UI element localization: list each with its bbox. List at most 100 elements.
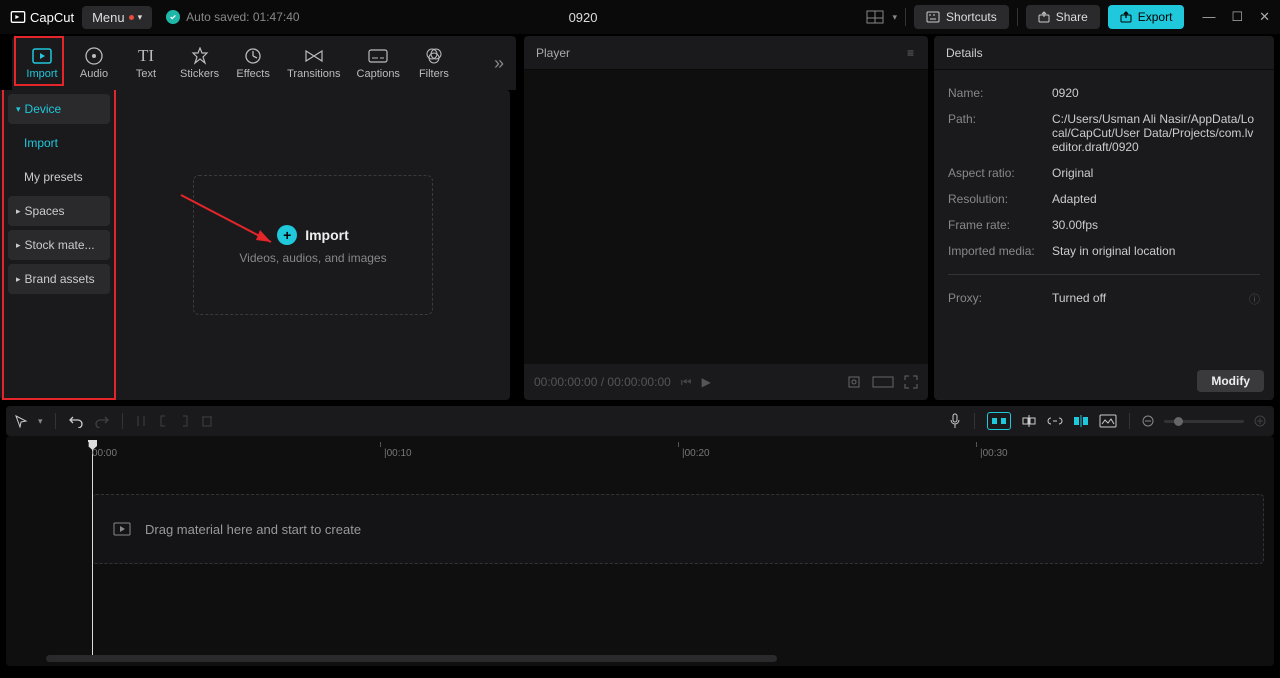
link-icon[interactable] [1047,416,1063,426]
timeline[interactable]: 00:00 |00:10 |00:20 |00:30 Drag material… [6,436,1274,666]
zoom-in-icon[interactable] [1254,415,1266,427]
media-sidebar: ▾Device Import My presets ▸Spaces ▸ Stock… [2,90,116,400]
info-icon[interactable]: ⓘ [1249,291,1260,307]
ratio-icon[interactable] [872,376,894,388]
player-menu-icon[interactable]: ≡ [907,46,916,60]
cover-icon[interactable] [1099,414,1117,428]
detail-row-path: Path:C:/Users/Usman Ali Nasir/AppData/Lo… [948,106,1260,160]
share-label: Share [1056,10,1088,24]
tab-label: Captions [357,68,400,80]
detail-row-name: Name:0920 [948,80,1260,106]
align-icon[interactable] [1021,414,1037,428]
ruler-tick: |00:10 [384,448,412,459]
import-subtitle: Videos, audios, and images [239,251,386,265]
tab-label: Filters [419,68,449,80]
tab-captions[interactable]: Captions [349,42,408,84]
window-controls: — ☐ ✕ [1202,9,1270,25]
playhead[interactable] [92,440,93,656]
split-icon[interactable] [135,414,147,428]
timeline-scrollbar[interactable] [46,655,1264,662]
sidebar-item-device[interactable]: ▾Device [8,94,110,124]
tab-filters[interactable]: Filters [408,42,460,84]
media-panel: ▾Device Import My presets ▸Spaces ▸ Stock… [0,90,510,400]
export-button[interactable]: Export [1108,5,1185,29]
markout-right-icon[interactable] [179,414,191,428]
scale-icon[interactable] [846,374,862,390]
tab-transitions[interactable]: Transitions [279,42,348,84]
close-icon[interactable]: ✕ [1259,9,1270,25]
sidebar-item-brand[interactable]: ▸Brand assets [8,264,110,294]
chevron-down-icon[interactable]: ▾ [892,12,897,23]
autosave-status: Auto saved: 01:47:40 [166,10,299,24]
pointer-tool-icon[interactable] [14,414,28,428]
detail-label: Name: [948,86,1052,100]
captions-icon [368,46,388,66]
detail-value: C:/Users/Usman Ali Nasir/AppData/Local/C… [1052,112,1260,154]
player-timecode: 00:00:00:00 / 00:00:00:00 [534,375,671,389]
preview-snap-icon[interactable] [1073,414,1089,428]
snap-icon[interactable] [987,412,1011,430]
keyboard-icon [926,11,940,23]
scrollbar-thumb[interactable] [46,655,777,662]
detail-row-resolution: Resolution:Adapted [948,186,1260,212]
tab-audio[interactable]: Audio [68,42,120,84]
undo-icon[interactable] [68,414,84,428]
text-icon: TI [138,46,154,66]
tab-label: Audio [80,68,108,80]
timeline-dropzone[interactable]: Drag material here and start to create [92,494,1264,564]
chevron-down-icon[interactable]: ▾ [38,416,43,427]
detail-label: Aspect ratio: [948,166,1052,180]
divider [948,274,1260,275]
timeline-ruler[interactable]: 00:00 |00:10 |00:20 |00:30 [92,440,1274,464]
share-icon [1038,11,1050,23]
sidebar-label: Stock mate... [25,238,95,252]
sidebar-label: Device [25,102,62,116]
mic-icon[interactable] [948,413,962,429]
minimize-icon[interactable]: — [1202,9,1215,25]
more-tabs-icon[interactable]: » [486,53,512,74]
tab-import[interactable]: Import [16,42,68,84]
timeline-drop-text: Drag material here and start to create [145,522,361,537]
import-dropzone[interactable]: + Import Videos, audios, and images [193,175,433,315]
top-bar: CapCut Menu ▾ Auto saved: 01:47:40 0920 … [0,0,1280,34]
player-title: Player [536,46,570,60]
sidebar-label: My presets [24,170,83,184]
divider [974,413,975,429]
detail-row-proxy: Proxy:Turned offⓘ [948,285,1260,313]
modify-button[interactable]: Modify [1197,370,1264,392]
player-viewport[interactable] [524,70,928,364]
detail-label: Frame rate: [948,218,1052,232]
menu-dot-icon [129,15,134,20]
layout-icon[interactable] [866,10,884,24]
tab-label: Effects [236,68,269,80]
zoom-slider[interactable] [1164,420,1244,423]
maximize-icon[interactable]: ☐ [1231,9,1243,25]
zoom-out-icon[interactable] [1142,415,1154,427]
tab-text[interactable]: TI Text [120,42,172,84]
divider [55,413,56,429]
delete-icon[interactable] [201,414,213,428]
detail-value: Turned off [1052,291,1106,307]
play-icon[interactable]: ▶ [702,375,711,389]
details-panel: Details Name:0920 Path:C:/Users/Usman Al… [934,36,1274,400]
topbar-right: ▾ Shortcuts Share Export — ☐ ✕ [866,5,1270,29]
menu-button[interactable]: Menu ▾ [82,6,152,29]
sidebar-item-stock[interactable]: ▸ Stock mate... [8,230,110,260]
markout-left-icon[interactable] [157,414,169,428]
audio-icon [85,46,103,66]
sidebar-item-spaces[interactable]: ▸Spaces [8,196,110,226]
prev-frame-icon[interactable]: ⏮ [681,375,692,390]
fullscreen-icon[interactable] [904,375,918,389]
sidebar-item-import[interactable]: Import [8,128,110,158]
sidebar-item-presets[interactable]: My presets [8,162,110,192]
tab-stickers[interactable]: Stickers [172,42,227,84]
details-header: Details [934,36,1274,70]
tab-label: Transitions [287,68,340,80]
tab-effects[interactable]: Effects [227,42,279,84]
redo-icon[interactable] [94,414,110,428]
export-icon [1120,11,1132,23]
shortcuts-button[interactable]: Shortcuts [914,5,1009,29]
divider [1129,413,1130,429]
chevron-right-icon: ▸ [16,240,21,251]
share-button[interactable]: Share [1026,5,1100,29]
